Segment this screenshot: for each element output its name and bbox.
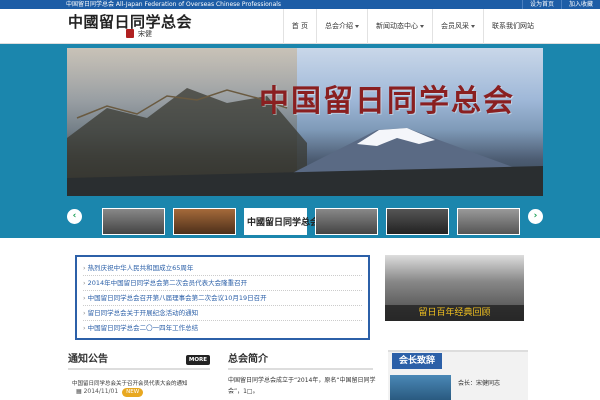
intro-section-header: 总会简介 xyxy=(228,352,373,370)
site-tagline: 中国留日同学总会 All-Japan Federation of Oversea… xyxy=(66,1,282,8)
notice-section-header: 通知公告 MORE xyxy=(68,352,210,370)
nav-members[interactable]: 会员风采 xyxy=(432,9,483,44)
thumbnail[interactable] xyxy=(102,208,165,235)
chevron-left-icon: ‹ xyxy=(72,211,77,221)
bullet-icon: › xyxy=(83,324,86,332)
list-item[interactable]: › 中国留日同学总会召开第八届理事会第二次会议10月19日召开 xyxy=(83,291,362,306)
notice-date: ▦ 2014/11/01 NEW xyxy=(76,388,144,397)
set-homepage-link[interactable]: 设为首页 xyxy=(521,0,561,9)
news-list: › 热烈庆祝中华人民共和国成立65周年 › 2014年中国留日同学总会第二次会员代表… xyxy=(75,255,370,340)
site-logo[interactable]: 中國留日同学总会 宋健 xyxy=(68,11,192,41)
banner-title: 中国留日同学总会 xyxy=(259,84,515,119)
nav-news[interactable]: 新闻动态中心 xyxy=(367,9,432,44)
thumbnail[interactable] xyxy=(315,208,378,235)
bullet-icon: › xyxy=(83,309,86,317)
thumbnail-strip: 中國留日同学总会 xyxy=(102,208,520,235)
thumbnail[interactable] xyxy=(386,208,449,235)
section-title: 总会简介 xyxy=(228,354,268,365)
president-photo xyxy=(390,375,451,400)
more-button[interactable]: MORE xyxy=(185,355,210,365)
hero-banner[interactable]: 中国留日同学总会 xyxy=(67,48,543,196)
top-bar: 中国留日同学总会 All-Japan Federation of Oversea… xyxy=(0,0,600,9)
top-links: 设为首页 加入收藏 xyxy=(521,0,600,9)
logo-signature: 宋健 xyxy=(138,30,152,38)
nav-about[interactable]: 总会介绍 xyxy=(316,9,367,44)
main-nav: 首 页 总会介绍 新闻动态中心 会员风采 联系我们网站 xyxy=(282,9,542,44)
list-item[interactable]: › 热烈庆祝中华人民共和国成立65周年 xyxy=(83,261,362,276)
section-title: 通知公告 xyxy=(68,354,108,365)
president-name: 会长：宋健同志 xyxy=(458,380,501,387)
panel-title: 会长致辞 xyxy=(392,353,442,369)
notice-item-link[interactable]: 中国留日同学总会关于召开会员代表大会的通知 xyxy=(72,379,207,387)
bullet-icon: › xyxy=(83,279,86,287)
add-favorite-link[interactable]: 加入收藏 xyxy=(560,0,600,9)
intro-text: 中国留日同学总会成立于“2014年，原名“中国留日同学会”，1□。 xyxy=(228,377,376,395)
thumbnail[interactable] xyxy=(173,208,236,235)
chevron-down-icon xyxy=(471,24,475,28)
carousel-next-button[interactable]: › xyxy=(528,209,543,224)
nav-home[interactable]: 首 页 xyxy=(282,9,316,44)
list-item[interactable]: › 2014年中国留日同学总会第二次会员代表大会隆重召开 xyxy=(83,276,362,291)
thumbnail[interactable] xyxy=(457,208,520,235)
history-photo[interactable]: 留日百年经典回顾 xyxy=(385,255,524,321)
bullet-icon: › xyxy=(83,294,86,302)
nav-contact[interactable]: 联系我们网站 xyxy=(483,9,542,44)
new-badge: NEW xyxy=(122,388,144,397)
chevron-down-icon xyxy=(420,24,424,28)
carousel-prev-button[interactable]: ‹ xyxy=(67,209,82,224)
mountain-illustration xyxy=(67,88,543,196)
list-item[interactable]: › 留日同学总会关于开展纪念活动的通知 xyxy=(83,306,362,321)
chevron-right-icon: › xyxy=(533,211,538,221)
calendar-icon: ▦ xyxy=(76,388,82,395)
thumbnail-logo-text: 中國留日同学总会 xyxy=(247,218,320,228)
thumbnail[interactable]: 中國留日同学总会 xyxy=(244,208,319,235)
photo-caption: 留日百年经典回顾 xyxy=(385,305,524,321)
chevron-down-icon xyxy=(355,24,359,28)
content-area: › 热烈庆祝中华人民共和国成立65周年 › 2014年中国留日同学总会第二次会员代表… xyxy=(0,238,600,400)
seal-icon xyxy=(126,29,134,38)
site-header: 中國留日同学总会 宋健 首 页 总会介绍 新闻动态中心 会员风采 联系我们网站 xyxy=(0,9,600,44)
list-item[interactable]: › 中国留日同学总会二〇一四年工作总结 xyxy=(83,321,362,336)
bullet-icon: › xyxy=(83,264,86,272)
